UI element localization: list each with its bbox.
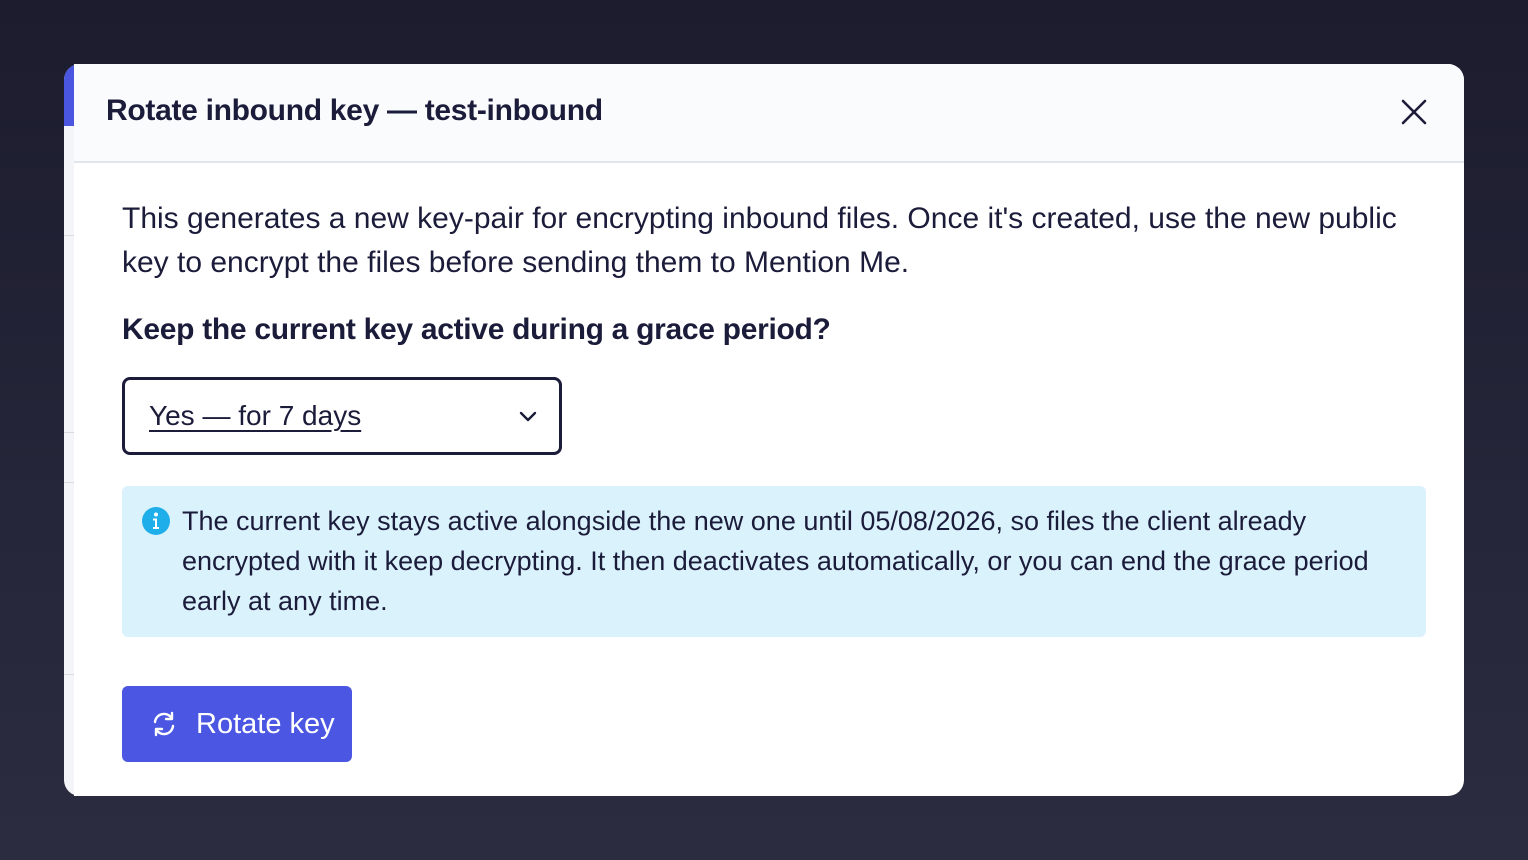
- info-icon: [142, 507, 170, 535]
- chevron-down-icon: [519, 411, 537, 422]
- grace-period-question: Keep the current key active during a gra…: [122, 313, 831, 346]
- grace-period-selected-value: Yes — for 7 days: [149, 400, 362, 431]
- info-alert: The current key stays active alongside t…: [122, 486, 1426, 637]
- close-icon: [1401, 99, 1427, 125]
- dialog-header: Rotate inbound key — test-inbound: [74, 64, 1464, 163]
- refresh-icon: [153, 711, 175, 737]
- rotate-key-dialog: Rotate inbound key — test-inbound This g…: [74, 64, 1464, 796]
- background-accent-bar: [64, 64, 74, 126]
- grace-period-select[interactable]: Yes — for 7 days: [122, 377, 562, 455]
- close-button[interactable]: [1392, 90, 1436, 134]
- dialog-title: Rotate inbound key — test-inbound: [106, 94, 603, 127]
- info-alert-text: The current key stays active alongside t…: [182, 506, 1369, 616]
- rotate-key-label: Rotate key: [196, 708, 335, 740]
- dialog-description: This generates a new key-pair for encryp…: [122, 202, 1397, 279]
- rotate-key-button[interactable]: Rotate key: [122, 686, 352, 762]
